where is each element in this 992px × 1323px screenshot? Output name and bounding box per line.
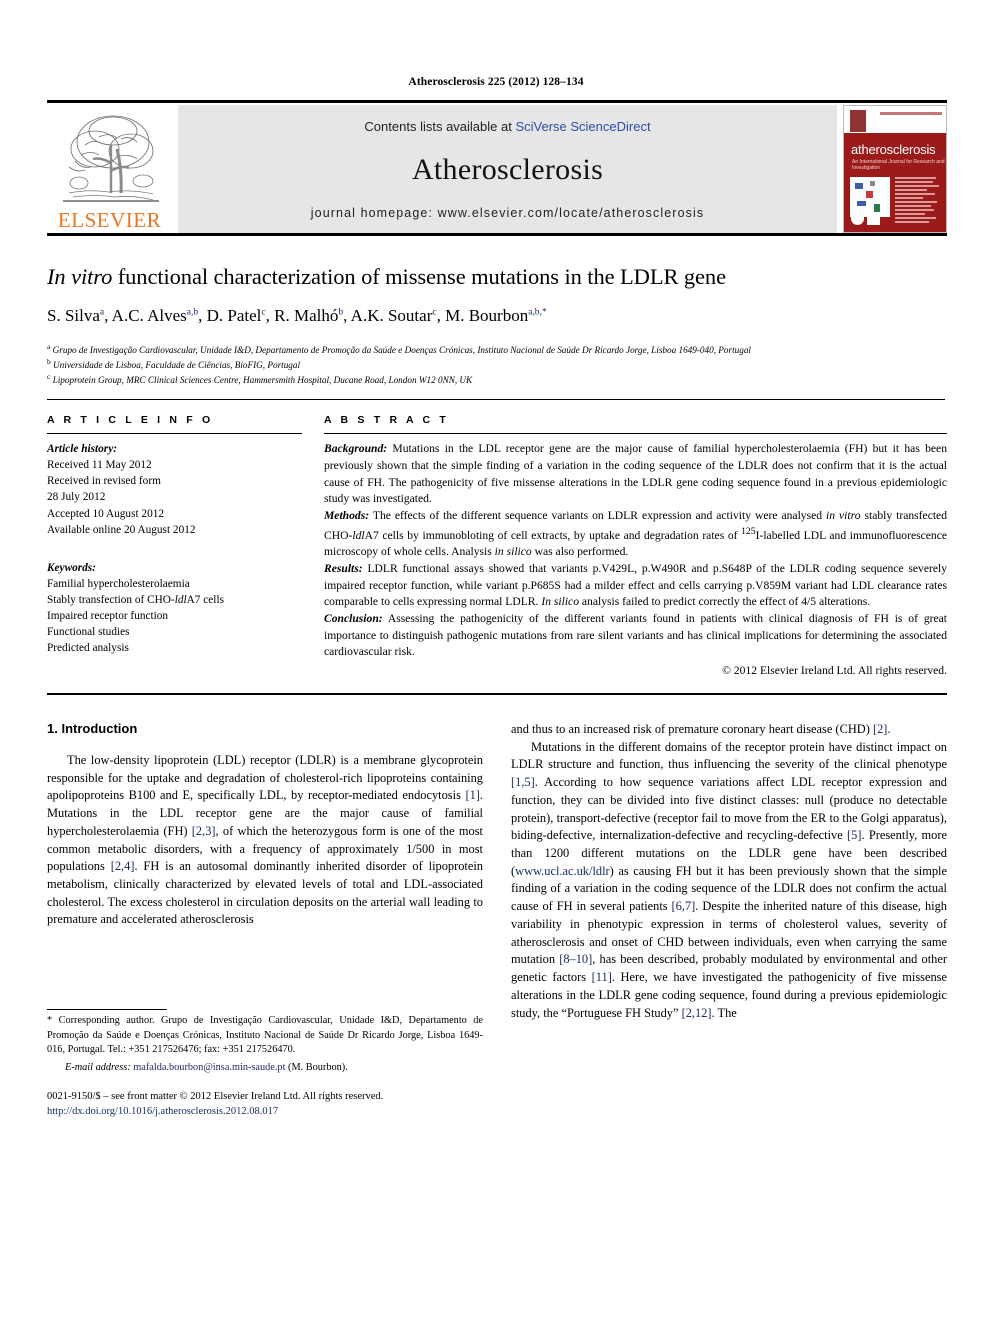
- body-column-left: 1. Introduction The low-density lipoprot…: [47, 721, 483, 1119]
- abstract-background: Background: Mutations in the LDL recepto…: [324, 441, 947, 508]
- section-heading-introduction: 1. Introduction: [47, 720, 138, 736]
- journal-title: Atherosclerosis: [411, 153, 604, 186]
- title-block: In vitro functional characterization of …: [47, 264, 945, 387]
- page-title: In vitro functional characterization of …: [47, 264, 945, 290]
- cover-header-rule: [880, 112, 942, 115]
- ldlr-database-link[interactable]: www.ucl.ac.uk/ldlr: [515, 864, 610, 878]
- abstract-results-label: Results:: [324, 562, 363, 576]
- abstract-conclusion: Conclusion: Assessing the pathogenicity …: [324, 611, 947, 661]
- abstract-copyright: © 2012 Elsevier Ireland Ltd. All rights …: [722, 664, 947, 678]
- body-column-right: and thus to an increased risk of prematu…: [511, 721, 947, 1119]
- history-item: Accepted 10 August 2012: [47, 507, 165, 520]
- journal-cover-thumbnail: atherosclerosis An International Journal…: [843, 105, 947, 233]
- keyword-item: Functional studies: [47, 625, 130, 638]
- abstract-conclusion-text: Assessing the pathogenicity of the diffe…: [324, 612, 947, 659]
- cover-figure-icon: [850, 176, 890, 217]
- email-link[interactable]: mafalda.bourbon@insa.min-saude.pt: [133, 1062, 285, 1073]
- footnote-rule: [47, 1008, 167, 1010]
- doi-link[interactable]: http://dx.doi.org/10.1016/j.atherosclero…: [47, 1104, 483, 1119]
- email-label: E-mail address:: [65, 1061, 131, 1073]
- cover-badges: [851, 212, 880, 225]
- paper-page: Atherosclerosis 225 (2012) 128–134 ELSEV…: [0, 0, 992, 1323]
- email-note: E-mail address: mafalda.bourbon@insa.min…: [47, 1062, 483, 1073]
- article-info-column: A R T I C L E I N F O Article history: R…: [47, 414, 302, 679]
- cover-text-lines: [895, 176, 941, 225]
- abstract-body: Background: Mutations in the LDL recepto…: [324, 441, 947, 679]
- cover-badge-circle-icon: [851, 212, 864, 225]
- citation-2[interactable]: [2]: [873, 722, 887, 736]
- elsevier-wordmark: ELSEVIER: [57, 208, 162, 232]
- journal-masthead: ELSEVIER Contents lists available at Sci…: [47, 100, 947, 233]
- title-rest: functional characterization of missense …: [112, 264, 726, 289]
- cover-journal-subtitle: An International Journal for Research an…: [852, 158, 945, 171]
- keywords-label: Keywords:: [47, 561, 96, 574]
- abstract-conclusion-label: Conclusion:: [324, 612, 383, 626]
- body-columns: 1. Introduction The low-density lipoprot…: [47, 721, 947, 1119]
- citation-2-4[interactable]: [2,4]: [111, 859, 135, 873]
- citation-2-12[interactable]: [2,12]: [682, 1006, 712, 1020]
- affiliation-a: a Grupo de Investigação Cardiovascular, …: [47, 342, 751, 356]
- footnote-block: * Corresponding author. Grupo de Investi…: [47, 1008, 483, 1119]
- email-suffix: (M. Bourbon).: [285, 1061, 348, 1073]
- citation-8-10[interactable]: [8–10]: [559, 952, 592, 966]
- citation-1-5[interactable]: [1,5]: [511, 775, 535, 789]
- keywords-block: Keywords: Familial hypercholesterolaemia…: [47, 560, 302, 656]
- abstract-methods-label: Methods:: [324, 509, 370, 523]
- abstract-heading: A B S T R A C T: [324, 414, 449, 427]
- citation-5[interactable]: [5]: [847, 828, 861, 842]
- abstract-results: Results: LDLR functional assays showed t…: [324, 562, 947, 609]
- history-item: Available online 20 August 2012: [47, 523, 196, 536]
- sciencedirect-link[interactable]: SciVerse ScienceDirect: [515, 119, 650, 134]
- keyword-item: Familial hypercholesterolaemia: [47, 577, 190, 590]
- keyword-item: Predicted analysis: [47, 641, 129, 654]
- history-item: 28 July 2012: [47, 491, 106, 504]
- abstract-background-label: Background:: [324, 442, 388, 456]
- abstract-rule: [324, 433, 947, 435]
- article-info-heading: A R T I C L E I N F O: [47, 414, 214, 427]
- masthead-center: Contents lists available at SciVerse Sci…: [178, 105, 837, 233]
- intro-paragraph-right-2: Mutations in the different domains of th…: [511, 739, 947, 1020]
- abstract-background-text: Mutations in the LDL receptor gene are t…: [324, 442, 947, 506]
- affiliations: a Grupo de Investigação Cardiovascular, …: [47, 342, 945, 387]
- history-item: Received in revised form: [47, 475, 161, 488]
- imprint-block: 0021-9150/$ – see front matter © 2012 El…: [47, 1089, 483, 1119]
- article-history: Article history: Received 11 May 2012 Re…: [47, 441, 302, 537]
- affiliation-c: c Lipoprotein Group, MRC Clinical Scienc…: [47, 372, 473, 386]
- keyword-item: Stably transfection of CHO-ldlA7 cells: [47, 593, 224, 606]
- citation-11[interactable]: [11]: [592, 970, 612, 984]
- cover-journal-title: atherosclerosis: [851, 141, 936, 157]
- journal-homepage[interactable]: journal homepage: www.elsevier.com/locat…: [311, 206, 704, 220]
- masthead-bottom-rule: [47, 233, 947, 236]
- cover-badge-square-icon: [867, 212, 880, 225]
- history-item: Received 11 May 2012: [47, 459, 152, 472]
- affiliation-b: b Universidade de Lisboa, Faculdade de C…: [47, 357, 301, 371]
- abstract-bottom-rule: [47, 692, 947, 695]
- article-info-rule: [47, 433, 302, 435]
- cover-elsevier-icon: [850, 110, 866, 132]
- title-italic-lead: In vitro: [47, 264, 113, 289]
- issn-line: 0021-9150/$ – see front matter © 2012 El…: [47, 1090, 384, 1102]
- running-head: Atherosclerosis 225 (2012) 128–134: [408, 76, 584, 88]
- abstract-column: A B S T R A C T Background: Mutations in…: [324, 414, 947, 679]
- citation-2-3[interactable]: [2,3]: [192, 824, 216, 838]
- intro-paragraph-right-continuation: and thus to an increased risk of prematu…: [511, 721, 891, 736]
- article-history-label: Article history:: [47, 443, 117, 456]
- intro-paragraph-left: The low-density lipoprotein (LDL) recept…: [47, 752, 483, 927]
- author-list: S. Silvaa, A.C. Alvesa,b, D. Patelc, R. …: [47, 306, 547, 325]
- corresponding-author-note: * Corresponding author. Grupo de Investi…: [47, 1014, 483, 1056]
- elsevier-tree-icon: [62, 115, 159, 202]
- keyword-item: Impaired receptor function: [47, 609, 169, 622]
- abstract-methods: Methods: The effects of the different se…: [324, 509, 948, 559]
- citation-1[interactable]: [1]: [465, 788, 479, 802]
- cover-top-band: [844, 106, 946, 134]
- elsevier-logo: ELSEVIER: [47, 105, 172, 233]
- citation-6-7[interactable]: [6,7]: [672, 899, 696, 913]
- contents-list-line: Contents lists available at SciVerse Sci…: [364, 119, 650, 134]
- info-abstract-region: A R T I C L E I N F O Article history: R…: [47, 400, 947, 679]
- contents-prefix: Contents lists available at: [364, 119, 516, 134]
